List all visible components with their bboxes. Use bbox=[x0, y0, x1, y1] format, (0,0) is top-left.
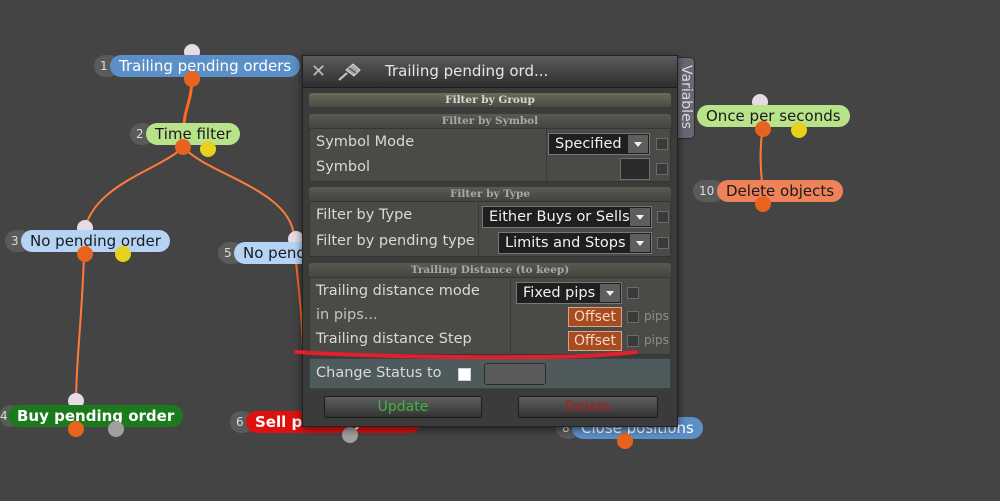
red-annotation-underline bbox=[294, 350, 638, 360]
